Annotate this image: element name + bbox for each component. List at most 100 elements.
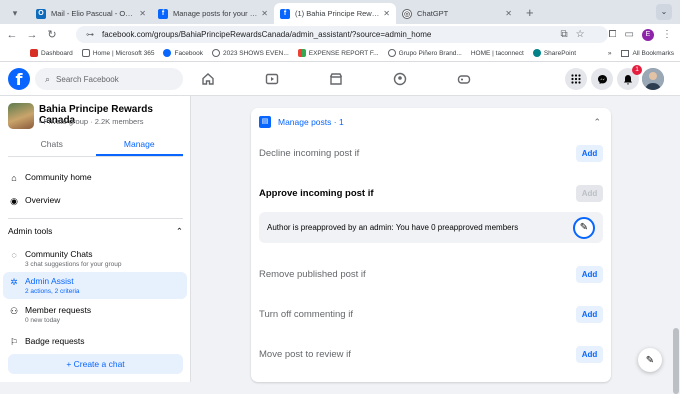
add-remove-rule-button[interactable]: Add bbox=[576, 266, 603, 283]
rule-label: Move post to review if bbox=[259, 349, 351, 360]
bookmark-shows[interactable]: 2023 SHOWS EVEN... bbox=[212, 49, 289, 57]
add-review-rule-button[interactable]: Add bbox=[576, 346, 603, 363]
criteria-row: Author is preapproved by an admin: You h… bbox=[259, 212, 603, 243]
create-chat-button[interactable]: + Create a chat bbox=[8, 354, 183, 374]
bookmark-label: SharePoint bbox=[543, 49, 577, 57]
sidebar-item-community-home[interactable]: ⌂ Community home bbox=[8, 168, 186, 187]
bookmark-star-icon[interactable]: ☆ bbox=[576, 29, 585, 40]
all-bookmarks-label: All Bookmarks bbox=[632, 49, 674, 57]
chat-icon: ◌ bbox=[11, 250, 17, 260]
sidebar-item-admin-assist[interactable]: ✲ Admin Assist 2 actions, 2 criteria bbox=[3, 272, 187, 299]
forward-icon[interactable]: → bbox=[22, 29, 42, 41]
menu-grid-icon[interactable] bbox=[565, 68, 587, 90]
sidebar-item-label: Community home bbox=[25, 172, 92, 182]
sidebar-item-label: Admin Assist bbox=[25, 276, 74, 286]
bookmark-sharepoint[interactable]: SharePoint bbox=[532, 49, 577, 57]
microsoft-icon bbox=[297, 49, 306, 57]
bookmark-taconnect[interactable]: HOME | taconnect bbox=[471, 50, 524, 57]
bookmark-label: Grupo Piñero Brand... bbox=[398, 49, 462, 57]
new-tab-button[interactable]: + bbox=[518, 3, 542, 24]
site-info-icon[interactable]: ⊶ bbox=[86, 30, 94, 39]
sidebar-item-sub: 0 new today bbox=[25, 317, 61, 324]
bookmark-label: 2023 SHOWS EVEN... bbox=[223, 49, 289, 57]
browser-tab-chatgpt[interactable]: ◎ ChatGPT ✕ bbox=[396, 3, 518, 24]
calendar-icon: ▤ bbox=[259, 116, 271, 128]
rule-row-commenting: Turn off commenting if Add bbox=[259, 306, 603, 323]
extensions-icon[interactable]: ⧠ bbox=[609, 29, 617, 40]
home-icon: ⌂ bbox=[11, 173, 17, 183]
marketplace-icon[interactable] bbox=[327, 70, 345, 88]
sidebar-item-label: Overview bbox=[25, 195, 61, 205]
sidebar-item-overview[interactable]: ◉ Overview bbox=[8, 191, 186, 211]
messenger-icon[interactable] bbox=[591, 68, 613, 90]
side-panel-icon[interactable]: ▭ bbox=[625, 29, 634, 40]
bookmark-dashboard[interactable]: Dashboard bbox=[30, 49, 73, 57]
add-decline-rule-button[interactable]: Add bbox=[576, 145, 603, 162]
chevron-up-icon[interactable]: ⌃ bbox=[593, 117, 601, 128]
add-commenting-rule-button[interactable]: Add bbox=[576, 306, 603, 323]
sidebar-item-community-chats[interactable]: ◌ Community Chats 3 chat suggestions for … bbox=[8, 245, 186, 272]
home-icon[interactable] bbox=[199, 70, 217, 88]
edit-pencil-icon[interactable]: ✎ bbox=[573, 216, 595, 239]
rule-label: Decline incoming post if bbox=[259, 148, 360, 159]
admin-tools-label: Admin tools bbox=[8, 226, 53, 236]
bookmark-label: Dashboard bbox=[41, 49, 73, 57]
tab-label: Mail - Elio Pascual - Outlook bbox=[51, 9, 135, 18]
groups-icon[interactable] bbox=[391, 70, 409, 88]
search-placeholder: Search Facebook bbox=[56, 74, 119, 84]
browser-tab-outlook[interactable]: O Mail - Elio Pascual - Outlook ✕ bbox=[30, 3, 152, 24]
tab-manage[interactable]: Manage bbox=[95, 136, 183, 156]
bookmarks-bar: Dashboard Home | Microsoft 365 Facebook … bbox=[0, 45, 680, 62]
bookmark-expense-report[interactable]: EXPENSE REPORT F... bbox=[297, 49, 379, 57]
globe-icon bbox=[387, 49, 396, 57]
url-bar[interactable]: ⊶ facebook.com/groups/BahiaPrincipeRewar… bbox=[76, 26, 608, 43]
group-cover-image[interactable] bbox=[8, 103, 34, 129]
share-icon[interactable]: ⧉ bbox=[560, 29, 567, 40]
menu-dots-icon[interactable]: ⋮ bbox=[662, 29, 672, 40]
close-icon[interactable]: ✕ bbox=[383, 9, 390, 18]
tab-list-chevron-icon[interactable]: ⌄ bbox=[656, 4, 672, 20]
bookmark-microsoft-365[interactable]: Home | Microsoft 365 bbox=[81, 49, 154, 57]
notifications-bell-icon[interactable]: 1 bbox=[617, 65, 642, 90]
tab-label: ChatGPT bbox=[417, 9, 449, 18]
bookmark-grupo-pinero[interactable]: Grupo Piñero Brand... bbox=[387, 49, 462, 57]
admin-tools-header[interactable]: Admin tools ⌃ bbox=[8, 226, 183, 237]
facebook-logo-icon[interactable]: f bbox=[8, 68, 30, 90]
search-icon: ⌕ bbox=[45, 73, 51, 84]
search-input[interactable]: ⌕ Search Facebook bbox=[35, 68, 183, 90]
tab-chats[interactable]: Chats bbox=[8, 136, 96, 156]
page-icon bbox=[81, 49, 90, 57]
browser-tab-bahia-principe[interactable]: f (1) Bahia Principe Rewards Cana ✕ bbox=[274, 3, 396, 24]
close-icon[interactable]: ✕ bbox=[261, 9, 268, 18]
add-approve-rule-button[interactable]: Add bbox=[576, 185, 603, 202]
scrollbar-thumb[interactable] bbox=[673, 328, 679, 394]
close-icon[interactable]: ✕ bbox=[139, 9, 146, 18]
reload-icon[interactable]: ↻ bbox=[42, 28, 62, 41]
more-bookmarks-chevron-icon[interactable]: » bbox=[608, 50, 612, 57]
new-message-compose-icon[interactable]: ✎ bbox=[638, 348, 662, 372]
sidebar-item-label: Community Chats bbox=[25, 249, 93, 259]
bookmark-facebook[interactable]: Facebook bbox=[163, 49, 203, 57]
tab-search-icon[interactable]: ▾ bbox=[0, 3, 30, 24]
all-bookmarks-button[interactable]: All Bookmarks bbox=[621, 49, 674, 57]
sidebar-item-badge-requests[interactable]: ⚐ Badge requests bbox=[8, 332, 186, 352]
back-icon[interactable]: ← bbox=[2, 29, 22, 41]
browser-tab-bar: ▾ O Mail - Elio Pascual - Outlook ✕ f Ma… bbox=[0, 0, 680, 24]
sidebar-item-member-requests[interactable]: ⚇ Member requests 0 new today bbox=[8, 301, 186, 328]
profile-avatar[interactable]: E bbox=[642, 28, 654, 41]
browser-tab-manage-posts[interactable]: f Manage posts for your Facebook ✕ bbox=[152, 3, 274, 24]
close-icon[interactable]: ✕ bbox=[505, 9, 512, 18]
tab-label: (1) Bahia Principe Rewards Cana bbox=[295, 9, 379, 18]
rule-label: Approve incoming post if bbox=[259, 188, 374, 199]
rule-row-decline: Decline incoming post if Add bbox=[259, 145, 603, 162]
manage-posts-header[interactable]: ▤ Manage posts · 1 bbox=[259, 116, 344, 128]
rule-row-remove: Remove published post if Add bbox=[259, 266, 603, 283]
url-text: facebook.com/groups/BahiaPrincipeRewards… bbox=[102, 30, 432, 39]
outlook-icon: O bbox=[36, 8, 46, 19]
avatar[interactable] bbox=[642, 68, 664, 90]
scrollbar[interactable] bbox=[672, 96, 680, 394]
gaming-icon[interactable] bbox=[455, 70, 473, 88]
sidebar-item-label: Member requests bbox=[25, 305, 92, 315]
chatgpt-icon: ◎ bbox=[402, 8, 412, 19]
video-icon[interactable] bbox=[263, 70, 281, 88]
